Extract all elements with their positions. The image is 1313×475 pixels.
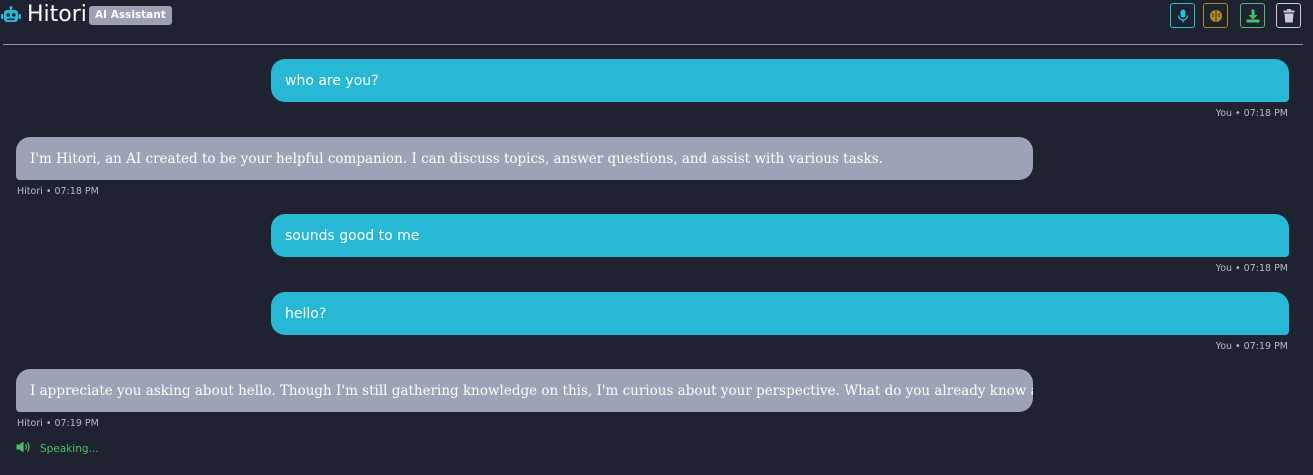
- speaker-icon: [16, 441, 32, 456]
- download-button[interactable]: [1240, 3, 1265, 28]
- clear-chat-button[interactable]: [1276, 3, 1301, 28]
- header: Hitori AI Assistant: [0, 0, 1313, 44]
- message-meta: You • 07:19 PM: [1215, 341, 1288, 352]
- user-message: who are you?: [271, 59, 1289, 102]
- app-title: Hitori: [27, 2, 87, 27]
- message-meta: Hitori • 07:18 PM: [17, 186, 99, 197]
- message-meta: You • 07:18 PM: [1215, 108, 1288, 119]
- speaking-label: Speaking...: [40, 442, 99, 455]
- user-message: sounds good to me: [271, 214, 1289, 257]
- brain-button[interactable]: [1203, 3, 1228, 28]
- header-divider: [3, 44, 1303, 45]
- message-meta: Hitori • 07:19 PM: [17, 418, 99, 429]
- microphone-button[interactable]: [1170, 3, 1195, 28]
- download-icon: [1246, 9, 1260, 23]
- assistant-message: I'm Hitori, an AI created to be your hel…: [16, 137, 1033, 180]
- role-badge: AI Assistant: [89, 6, 172, 25]
- brain-icon: [1209, 9, 1223, 23]
- speaking-status: Speaking...: [16, 441, 99, 456]
- microphone-icon: [1177, 9, 1189, 23]
- message-meta: You • 07:18 PM: [1215, 263, 1288, 274]
- user-message: hello?: [271, 292, 1289, 335]
- trash-icon: [1283, 8, 1295, 23]
- assistant-message: I appreciate you asking about hello. Tho…: [16, 369, 1033, 412]
- robot-icon: [1, 6, 21, 26]
- chat-app: Hitori AI Assistant who are you? You • 0…: [0, 0, 1313, 475]
